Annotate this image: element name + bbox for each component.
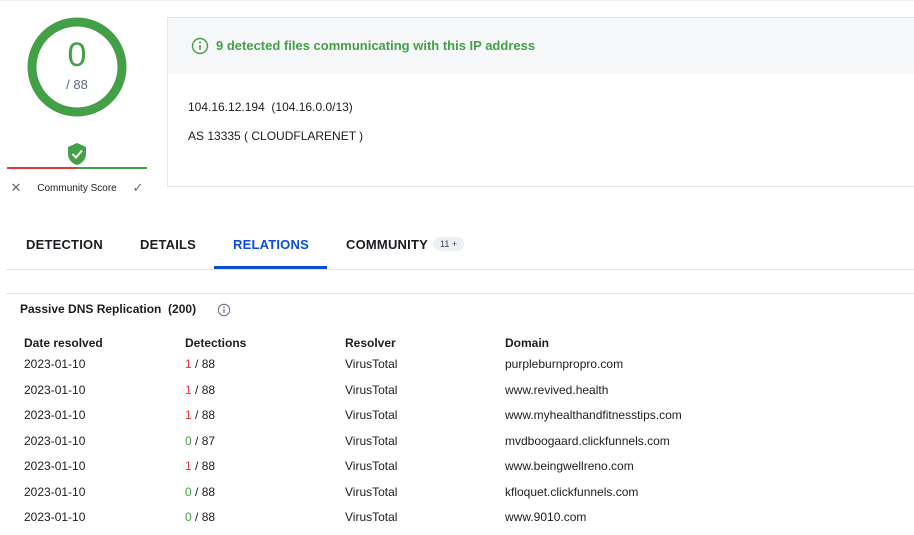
- detection-total: / 88: [191, 383, 216, 397]
- date-cell: 2023-01-10: [24, 383, 86, 397]
- domain-link[interactable]: www.myhealthandfitnesstips.com: [505, 408, 682, 422]
- detection-total: / 88: [191, 357, 216, 371]
- detection-count: 0: [185, 510, 192, 524]
- domain-link[interactable]: purpleburnpropro.com: [505, 357, 623, 371]
- table-row: 2023-01-10 1 / 88 VirusTotal purpleburnp…: [0, 357, 914, 382]
- detection-total: / 88: [191, 485, 216, 499]
- date-cell: 2023-01-10: [24, 510, 86, 524]
- resolver-cell: VirusTotal: [345, 434, 398, 448]
- tab-relations[interactable]: RELATIONS: [233, 237, 309, 252]
- column-header-domain: Domain: [505, 336, 550, 350]
- community-score-bar: [7, 167, 147, 169]
- detection-count: 0: [185, 485, 192, 499]
- passive-dns-title: Passive DNS Replication (200): [20, 302, 197, 316]
- score-bar-positive: [78, 167, 147, 169]
- ip-address: 104.16.12.194 (104.16.0.0/13): [188, 100, 353, 114]
- vote-harmless-icon[interactable]: ✓: [129, 180, 147, 196]
- detected-files-message[interactable]: 9 detected files communicating with this…: [216, 38, 535, 53]
- score-value: 0: [67, 36, 87, 74]
- detections-cell: 0 / 88: [185, 510, 215, 524]
- tab-details[interactable]: DETAILS: [140, 237, 196, 252]
- community-count-badge: 11 +: [433, 237, 465, 251]
- community-score-label: Community Score: [37, 182, 117, 194]
- detections-cell: 0 / 87: [185, 434, 215, 448]
- ip-info-card: 9 detected files communicating with this…: [167, 17, 914, 187]
- info-icon: [191, 37, 209, 55]
- resolver-cell: VirusTotal: [345, 459, 398, 473]
- detection-total: / 88: [191, 408, 216, 422]
- date-cell: 2023-01-10: [24, 408, 86, 422]
- detections-cell: 1 / 88: [185, 357, 215, 371]
- domain-link[interactable]: www.revived.health: [505, 383, 608, 397]
- table-row: 2023-01-10 1 / 88 VirusTotal www.beingwe…: [0, 459, 914, 484]
- table-row: 2023-01-10 0 / 88 VirusTotal kfloquet.cl…: [0, 485, 914, 510]
- detections-cell: 1 / 88: [185, 459, 215, 473]
- resolver-cell: VirusTotal: [345, 408, 398, 422]
- detection-total: / 88: [191, 459, 216, 473]
- detections-cell: 1 / 88: [185, 408, 215, 422]
- resolver-cell: VirusTotal: [345, 383, 398, 397]
- date-cell: 2023-01-10: [24, 485, 86, 499]
- detection-count: 1: [185, 383, 192, 397]
- info-banner: 9 detected files communicating with this…: [168, 18, 914, 74]
- date-cell: 2023-01-10: [24, 434, 86, 448]
- shield-check-icon: [68, 143, 86, 165]
- detections-cell: 0 / 88: [185, 485, 215, 499]
- column-header-detections: Detections: [185, 336, 247, 350]
- detection-count: 0: [185, 434, 192, 448]
- table-row: 2023-01-10 0 / 87 VirusTotal mvdboogaard…: [0, 434, 914, 459]
- info-icon[interactable]: [217, 303, 231, 317]
- detection-total: / 87: [191, 434, 216, 448]
- column-header-resolver: Resolver: [345, 336, 396, 350]
- domain-link[interactable]: mvdboogaard.clickfunnels.com: [505, 434, 670, 448]
- tab-bar: DETECTION DETAILS RELATIONS COMMUNITY 11…: [6, 226, 914, 270]
- date-cell: 2023-01-10: [24, 459, 86, 473]
- community-score-row: ✕ Community Score ✓: [7, 178, 147, 198]
- domain-link[interactable]: www.9010.com: [505, 510, 586, 524]
- detection-count: 1: [185, 459, 192, 473]
- column-header-date: Date resolved: [24, 336, 103, 350]
- resolver-cell: VirusTotal: [345, 485, 398, 499]
- tab-detection[interactable]: DETECTION: [26, 237, 103, 252]
- resolver-cell: VirusTotal: [345, 357, 398, 371]
- as-number: AS 13335 ( CLOUDFLARENET ): [188, 129, 364, 143]
- resolver-cell: VirusTotal: [345, 510, 398, 524]
- active-tab-indicator: [214, 266, 327, 269]
- section-divider: [6, 293, 914, 294]
- detection-count: 1: [185, 357, 192, 371]
- score-bar-negative: [7, 167, 78, 169]
- vote-harmful-icon[interactable]: ✕: [7, 180, 25, 196]
- domain-link[interactable]: kfloquet.clickfunnels.com: [505, 485, 638, 499]
- tab-community[interactable]: COMMUNITY: [346, 237, 428, 252]
- detections-cell: 1 / 88: [185, 383, 215, 397]
- detection-score-widget: 0 / 88 ✕ Community Score ✓: [0, 0, 155, 205]
- table-row: 2023-01-10 1 / 88 VirusTotal www.myhealt…: [0, 408, 914, 433]
- detection-total: / 88: [191, 510, 216, 524]
- table-row: 2023-01-10 1 / 88 VirusTotal www.revived…: [0, 383, 914, 408]
- domain-link[interactable]: www.beingwellreno.com: [505, 459, 634, 473]
- table-row: 2023-01-10 0 / 88 VirusTotal www.9010.co…: [0, 510, 914, 535]
- detection-count: 1: [185, 408, 192, 422]
- date-cell: 2023-01-10: [24, 357, 86, 371]
- score-total: / 88: [66, 77, 88, 92]
